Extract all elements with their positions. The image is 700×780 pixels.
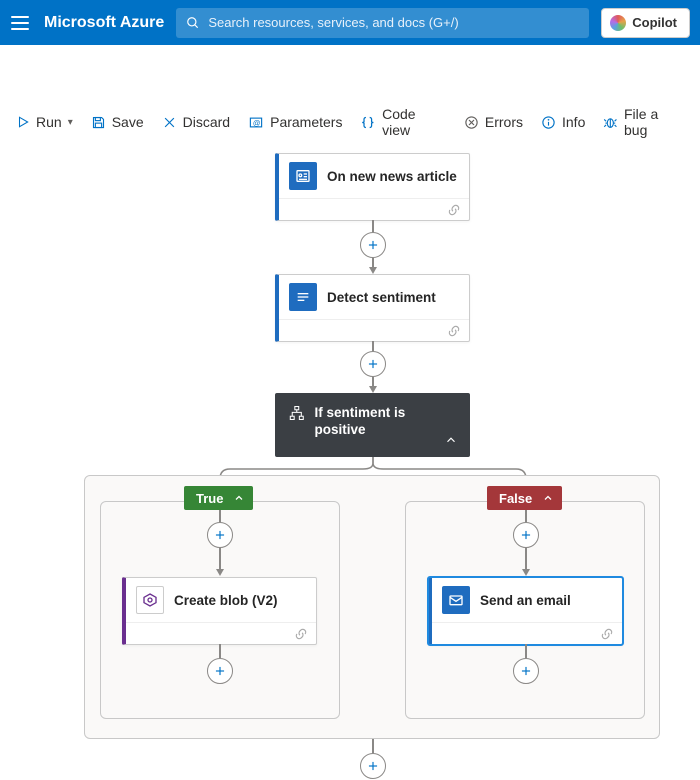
- connector: [525, 548, 527, 570]
- chevron-up-icon: [542, 492, 554, 504]
- connector: [372, 220, 374, 232]
- search-input[interactable]: [208, 15, 579, 30]
- copilot-icon: [610, 15, 626, 31]
- errors-button[interactable]: Errors: [464, 114, 523, 130]
- save-button[interactable]: Save: [91, 114, 144, 130]
- create-blob-title: Create blob (V2): [174, 593, 278, 608]
- chevron-up-icon: [233, 492, 245, 504]
- chevron-down-icon: ▾: [68, 117, 73, 128]
- arrow-icon: [216, 569, 224, 576]
- add-step-button[interactable]: [360, 351, 386, 377]
- azure-header: Microsoft Azure Copilot: [0, 0, 700, 45]
- designer-toolbar: Run▾ Save Discard @ Parameters Code view…: [0, 101, 700, 143]
- copilot-label: Copilot: [632, 15, 677, 30]
- arrow-icon: [369, 267, 377, 274]
- link-icon: [294, 627, 308, 641]
- send-email-title: Send an email: [480, 593, 571, 608]
- condition-node[interactable]: If sentiment is positive: [275, 393, 470, 457]
- link-icon: [447, 203, 461, 217]
- add-step-button[interactable]: [513, 658, 539, 684]
- connector: [219, 510, 221, 522]
- info-button[interactable]: Info: [541, 114, 585, 130]
- connector: [372, 341, 374, 351]
- news-icon: [289, 162, 317, 190]
- add-step-button[interactable]: [360, 753, 386, 779]
- copilot-button[interactable]: Copilot: [601, 8, 690, 38]
- arrow-icon: [522, 569, 530, 576]
- condition-icon: [289, 405, 305, 421]
- global-search[interactable]: [176, 8, 589, 38]
- connector: [219, 644, 221, 658]
- add-step-button[interactable]: [207, 522, 233, 548]
- add-step-button[interactable]: [360, 232, 386, 258]
- false-branch-tag[interactable]: False: [487, 486, 562, 510]
- blob-storage-icon: [136, 586, 164, 614]
- send-email-node[interactable]: Send an email: [428, 577, 623, 645]
- add-step-button[interactable]: [513, 522, 539, 548]
- text-analytics-icon: [289, 283, 317, 311]
- code-view-button[interactable]: Code view: [360, 106, 445, 138]
- svg-text:@: @: [253, 118, 261, 127]
- connector: [525, 644, 527, 658]
- connector: [525, 510, 527, 522]
- condition-title: If sentiment is positive: [315, 405, 456, 439]
- detect-sentiment-title: Detect sentiment: [327, 290, 436, 305]
- run-button[interactable]: Run▾: [16, 114, 73, 130]
- brand-label: Microsoft Azure: [44, 14, 164, 32]
- link-icon: [600, 627, 614, 641]
- detect-sentiment-node[interactable]: Detect sentiment: [275, 274, 470, 342]
- true-branch-tag[interactable]: True: [184, 486, 253, 510]
- file-bug-button[interactable]: File a bug: [603, 106, 684, 138]
- trigger-title: On new news article: [327, 169, 457, 184]
- add-step-button[interactable]: [207, 658, 233, 684]
- chevron-up-icon[interactable]: [444, 433, 458, 447]
- connector: [372, 739, 374, 753]
- create-blob-node[interactable]: Create blob (V2): [122, 577, 317, 645]
- outlook-icon: [442, 586, 470, 614]
- search-icon: [186, 16, 200, 30]
- connector: [219, 548, 221, 570]
- arrow-icon: [369, 386, 377, 393]
- menu-icon[interactable]: [8, 11, 32, 35]
- trigger-node[interactable]: On new news article: [275, 153, 470, 221]
- discard-button[interactable]: Discard: [162, 114, 230, 130]
- link-icon: [447, 324, 461, 338]
- parameters-button[interactable]: @ Parameters: [248, 114, 342, 130]
